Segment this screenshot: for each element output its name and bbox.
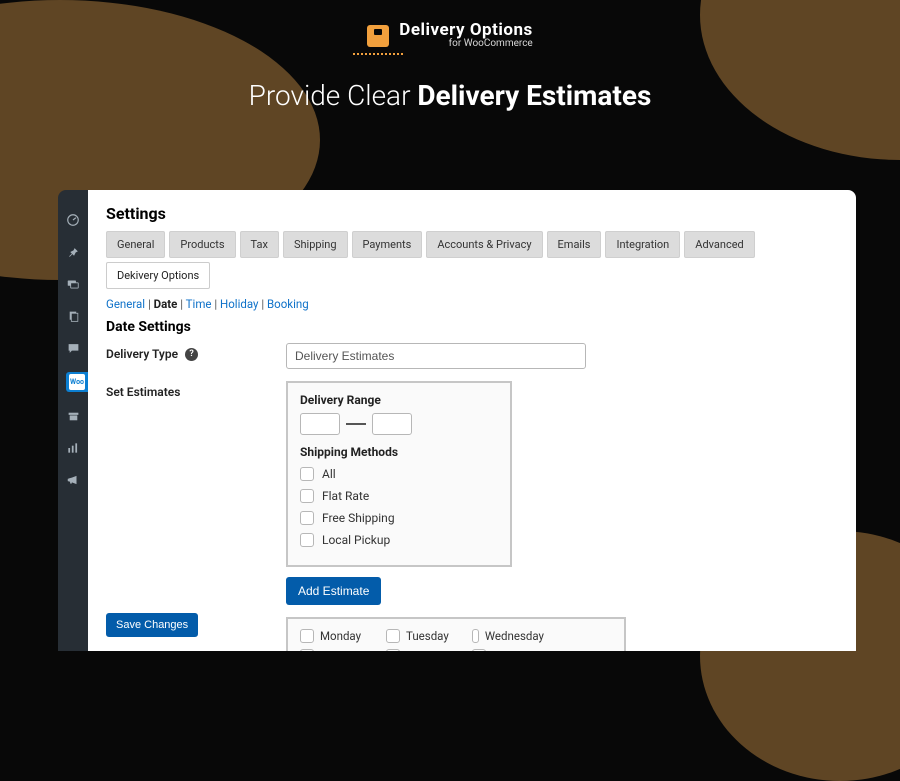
- checkbox[interactable]: [300, 467, 314, 481]
- brand-block: Delivery Options for WooCommerce: [0, 22, 900, 49]
- subtab-holiday[interactable]: Holiday: [220, 297, 258, 311]
- day-option: Wednesday: [472, 629, 544, 643]
- method-label: Local Pickup: [322, 533, 390, 547]
- tab-integration[interactable]: Integration: [605, 231, 680, 258]
- day-label: Monday: [320, 629, 361, 643]
- subtab-general[interactable]: General: [106, 297, 145, 311]
- day-label: Tuesday: [406, 629, 449, 643]
- range-from-input[interactable]: [300, 413, 340, 435]
- delivery-type-label: Delivery Type ?: [106, 343, 276, 361]
- app-window: Woo Settings GeneralProductsTaxShippingP…: [58, 190, 856, 651]
- pages-icon[interactable]: [65, 308, 81, 324]
- delivery-days-box: MondayTuesdayWednesdayThursdayFridaySatu…: [286, 617, 626, 651]
- comment-icon[interactable]: [65, 340, 81, 356]
- checkbox[interactable]: [300, 629, 314, 643]
- feedback-icon[interactable]: [65, 276, 81, 292]
- range-dash: [346, 423, 366, 425]
- tab-advanced[interactable]: Advanced: [684, 231, 754, 258]
- tab-accounts-privacy[interactable]: Accounts & Privacy: [426, 231, 542, 258]
- tab-tax[interactable]: Tax: [240, 231, 279, 258]
- delivery-type-input[interactable]: [286, 343, 586, 369]
- add-estimate-button[interactable]: Add Estimate: [286, 577, 381, 605]
- page-title: Settings: [106, 204, 838, 223]
- dashboard-icon[interactable]: [65, 212, 81, 228]
- section-title: Date Settings: [106, 319, 838, 335]
- method-label: All: [322, 467, 336, 481]
- tab-shipping[interactable]: Shipping: [283, 231, 348, 258]
- subtab-time[interactable]: Time: [186, 297, 212, 311]
- subtab-booking[interactable]: Booking: [267, 297, 309, 311]
- delivery-range-label: Delivery Range: [300, 393, 498, 407]
- checkbox[interactable]: [472, 629, 479, 643]
- woo-icon[interactable]: Woo: [66, 372, 88, 392]
- checkbox[interactable]: [300, 489, 314, 503]
- checkbox[interactable]: [300, 511, 314, 525]
- checkbox[interactable]: [386, 629, 400, 643]
- settings-panel: Settings GeneralProductsTaxShippingPayme…: [88, 190, 856, 651]
- tab-payments[interactable]: Payments: [352, 231, 423, 258]
- method-row: Free Shipping: [300, 511, 498, 525]
- shipping-methods-label: Shipping Methods: [300, 445, 498, 459]
- method-row: Local Pickup: [300, 533, 498, 547]
- method-label: Flat Rate: [322, 489, 369, 503]
- save-changes-button[interactable]: Save Changes: [106, 613, 198, 637]
- brand-subtitle: for WooCommerce: [399, 39, 532, 49]
- box-icon: [367, 25, 389, 47]
- range-to-input[interactable]: [372, 413, 412, 435]
- analytics-icon[interactable]: [65, 440, 81, 456]
- pin-icon[interactable]: [65, 244, 81, 260]
- estimate-config-box: Delivery Range Shipping Methods All Flat …: [286, 381, 512, 567]
- headline: Provide Clear Delivery Estimates: [0, 79, 900, 112]
- tab-general[interactable]: General: [106, 231, 165, 258]
- tab-emails[interactable]: Emails: [547, 231, 602, 258]
- tabs-row: GeneralProductsTaxShippingPaymentsAccoun…: [106, 231, 838, 289]
- method-row: All: [300, 467, 498, 481]
- checkbox[interactable]: [300, 533, 314, 547]
- method-label: Free Shipping: [322, 511, 395, 525]
- method-row: Flat Rate: [300, 489, 498, 503]
- archive-icon[interactable]: [65, 408, 81, 424]
- day-option: Monday: [300, 629, 372, 643]
- day-label: Wednesday: [485, 629, 544, 643]
- brand-title: Delivery Options: [399, 22, 532, 39]
- megaphone-icon[interactable]: [65, 472, 81, 488]
- subtab-date[interactable]: Date: [154, 297, 178, 311]
- set-estimates-label: Set Estimates: [106, 381, 276, 399]
- tab-dekivery-options[interactable]: Dekivery Options: [106, 262, 210, 289]
- subtabs: General | Date | Time | Holiday | Bookin…: [106, 297, 838, 311]
- day-option: Tuesday: [386, 629, 458, 643]
- tab-products[interactable]: Products: [169, 231, 235, 258]
- help-icon[interactable]: ?: [185, 348, 198, 361]
- wp-admin-sidebar: Woo: [58, 190, 88, 651]
